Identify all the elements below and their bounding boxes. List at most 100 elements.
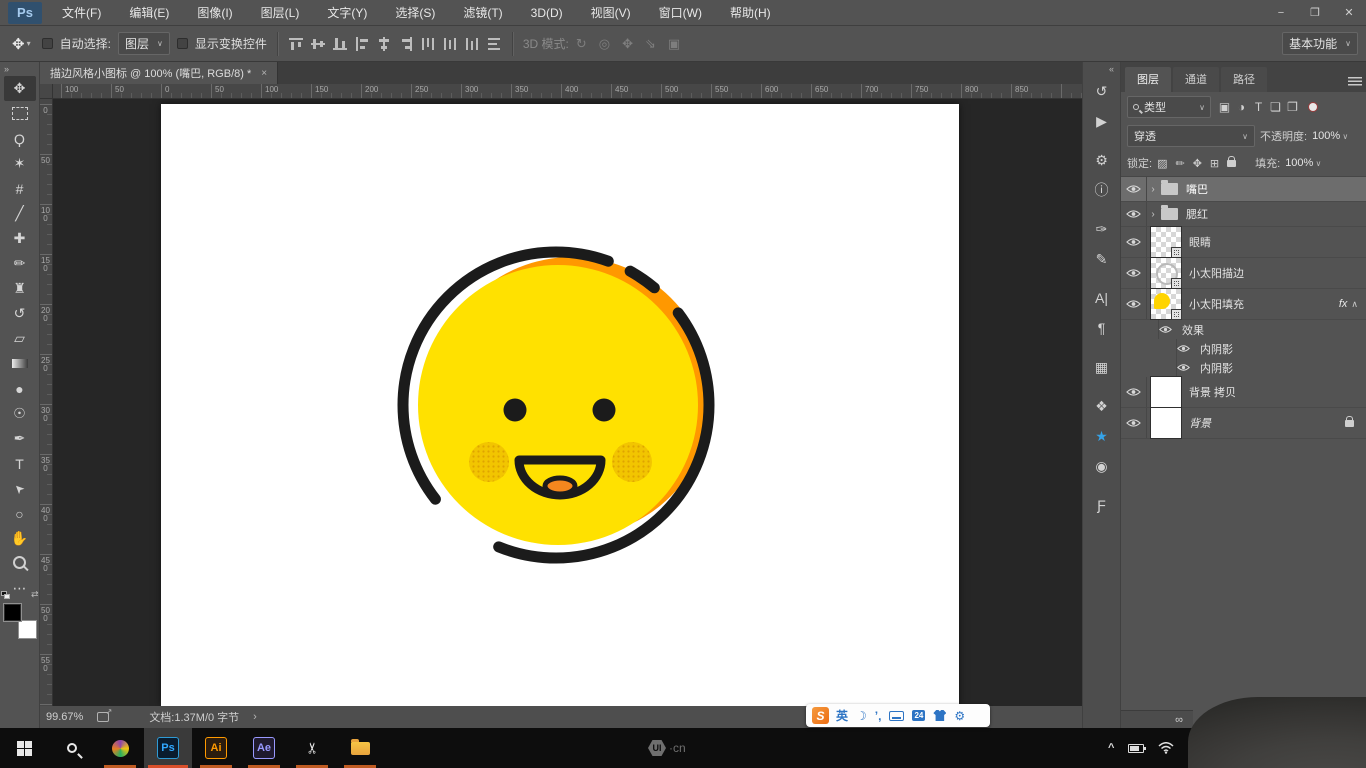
lock-position-icon[interactable]: ✥ [1193,157,1202,170]
visibility-toggle[interactable] [1121,377,1147,407]
ime-smart-24-icon[interactable]: 24 [912,710,926,721]
toolbar-collapse-icon[interactable]: » [0,62,13,76]
ime-toolbox-icon[interactable]: ⚙ [954,709,965,723]
visibility-toggle[interactable] [1133,320,1159,339]
layer-thumbnail[interactable] [1150,376,1182,408]
taskbar-start-button[interactable] [0,728,48,768]
sogou-logo[interactable]: S [812,707,829,724]
distribute-bottom-edges-icon[interactable] [463,35,480,52]
fill-value[interactable]: 100% [1285,157,1321,169]
adobe-color-panel-icon[interactable]: ◉ [1087,452,1117,480]
layer-thumbnail[interactable] [1150,257,1182,289]
layer-thumbnail[interactable] [1150,288,1182,320]
layer-row[interactable]: 小太阳填充 fx ∧ [1121,288,1366,320]
align-top-edges-icon[interactable] [287,35,304,52]
swap-colors-icon[interactable]: ⇄ [31,589,39,600]
visibility-toggle[interactable] [1151,339,1177,358]
collapse-effects-icon[interactable]: ∧ [1351,299,1358,310]
menu-item[interactable]: 选择(S) [381,0,449,25]
lock-transparent-pixels-icon[interactable]: ▨ [1157,157,1167,170]
tab-channels[interactable]: 通道 [1173,67,1219,92]
layer-row[interactable]: 眼睛 [1121,226,1366,258]
layer-row[interactable]: › 嘴巴 [1121,177,1366,202]
layer-name[interactable]: 背景 拷贝 [1189,384,1236,400]
menu-item[interactable]: 图像(I) [183,0,246,25]
lock-all-icon[interactable] [1227,155,1237,167]
glyphs-panel-icon[interactable]: ▦ [1087,353,1117,381]
distribute-top-edges-icon[interactable] [419,35,436,52]
restore-button[interactable]: ❐ [1298,0,1332,25]
distribute-horizontal-centers-icon[interactable] [485,35,502,52]
3d-scale-icon[interactable]: ▣ [668,36,680,52]
effect-visibility-toggle[interactable] [1159,325,1172,334]
current-tool-icon[interactable]: ✥ ▾ [8,35,35,53]
panel-menu-icon[interactable] [1348,77,1362,86]
foreground-color-swatch[interactable] [2,603,22,622]
align-horizontal-centers-icon[interactable] [375,35,392,52]
3d-rotate-icon[interactable]: ↻ [576,36,587,52]
layer-name[interactable]: 背景 [1189,415,1211,431]
menu-item[interactable]: 文件(F) [48,0,115,25]
visibility-toggle[interactable] [1151,358,1177,377]
layer-row[interactable]: 小太阳描边 [1121,257,1366,289]
menu-item[interactable]: 编辑(E) [115,0,183,25]
visibility-toggle[interactable] [1121,227,1147,257]
dock-collapse-icon[interactable]: « [1103,62,1120,76]
rectangular-marquee-tool[interactable] [4,101,36,126]
visibility-toggle[interactable] [1121,408,1147,438]
layer-name[interactable]: 眼睛 [1189,234,1211,250]
layer-row[interactable]: 内阴影 [1121,339,1366,358]
align-right-edges-icon[interactable] [397,35,414,52]
background-color-swatch[interactable] [17,620,37,639]
link-layers-icon[interactable]: ∞ [1175,714,1183,726]
lasso-tool[interactable]: Ϙ [4,126,36,151]
minimize-button[interactable]: − [1264,0,1298,25]
paragraph-panel-icon[interactable]: ¶ [1087,314,1117,342]
layer-name[interactable]: 小太阳描边 [1189,265,1244,281]
distribute-vertical-centers-icon[interactable] [441,35,458,52]
layer-filter-dropdown[interactable]: 类型 [1127,96,1211,118]
layer-name[interactable]: 内阴影 [1200,341,1233,357]
eraser-tool[interactable]: ▱ [4,326,36,351]
layer-thumbnail[interactable] [1150,407,1182,439]
menu-item[interactable]: 文字(Y) [313,0,381,25]
taskbar-photoshop-icon[interactable]: Ps Ps [144,728,192,768]
zoom-level-field[interactable]: 99.67% [46,711,83,723]
group-expander-icon[interactable]: › [1147,209,1159,220]
show-transform-checkbox[interactable] [176,38,188,49]
filter-smart-objects-icon[interactable]: ❐ [1284,100,1301,114]
layer-row[interactable]: 背景 [1121,407,1366,439]
history-panel-icon[interactable]: ↺ [1087,77,1117,105]
3d-roll-icon[interactable]: ◎ [599,36,610,52]
workspace-dropdown[interactable]: 基本功能 [1282,32,1358,55]
info-panel-icon[interactable]: ⓘ [1087,176,1117,204]
layer-name[interactable]: 腮红 [1186,206,1208,222]
layer-thumbnail[interactable] [1150,226,1182,258]
ellipse-tool[interactable]: ○ [4,501,36,526]
layer-name[interactable]: 嘴巴 [1186,181,1208,197]
clone-stamp-tool[interactable]: ♜ [4,276,36,301]
dodge-tool[interactable]: ☉ [4,401,36,426]
crop-tool[interactable]: # [4,176,36,201]
move-tool[interactable]: ✥ [3,76,36,101]
taskbar-explorer-icon[interactable] [336,728,384,768]
default-colors-icon[interactable] [0,591,13,601]
filter-type-layers-icon[interactable]: T [1250,100,1267,114]
type-tool[interactable]: T [4,451,36,476]
effect-visibility-toggle[interactable] [1177,344,1190,353]
visibility-toggle[interactable] [1121,289,1147,319]
battery-icon[interactable] [1128,743,1147,753]
effect-visibility-toggle[interactable] [1177,363,1190,372]
taskbar-snip-icon[interactable]: ✂ ✂ [288,728,336,768]
auto-select-checkbox[interactable] [41,38,53,49]
status-chevron-icon[interactable]: › [253,711,257,723]
auto-select-dropdown[interactable]: 图层 [117,32,170,55]
ime-skin-icon[interactable] [933,710,947,721]
brush-tool[interactable]: ✏ [4,251,36,276]
eyedropper-tool[interactable]: ╱ [4,201,36,226]
visibility-toggle[interactable] [1121,258,1147,288]
menu-item[interactable]: 帮助(H) [716,0,785,25]
close-button[interactable]: ✕ [1332,0,1366,25]
layer-name[interactable]: 内阴影 [1200,360,1233,376]
ime-language-icon[interactable]: 英 [836,707,848,724]
